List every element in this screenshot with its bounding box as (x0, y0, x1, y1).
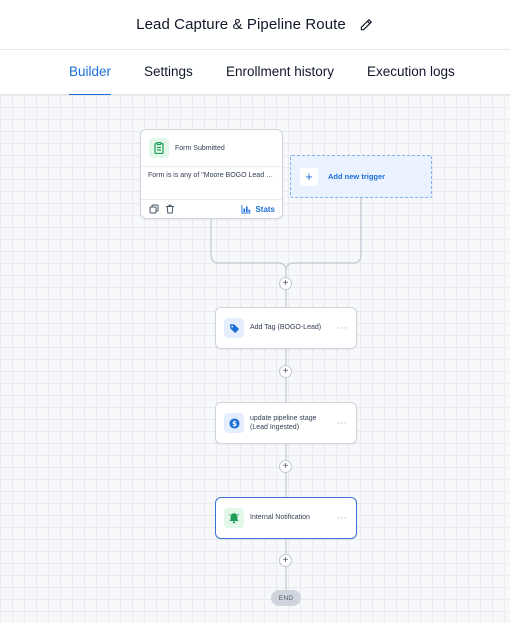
tab-enrollment-history[interactable]: Enrollment history (226, 50, 334, 95)
stats-button[interactable]: Stats (241, 204, 275, 214)
tab-execution-logs[interactable]: Execution logs (367, 50, 455, 95)
trigger-card-footer: Stats (141, 199, 282, 218)
add-new-trigger-button[interactable]: + Add new trigger (290, 155, 432, 198)
action-label-line1: update pipeline stage (250, 414, 317, 422)
tab-bar: Builder Settings Enrollment history Exec… (0, 50, 510, 96)
trigger-condition: Form is is any of "Moore BOGO Lead Captu… (148, 172, 282, 179)
bell-icon (224, 508, 244, 528)
form-clipboard-icon (149, 138, 169, 158)
action-card-internal-notification[interactable]: Internal Notification ··· (215, 497, 357, 539)
plus-icon: + (300, 167, 318, 186)
add-trigger-label: Add new trigger (328, 172, 386, 181)
dollar-icon: $ (224, 413, 244, 433)
add-step-button[interactable]: + (279, 460, 292, 473)
workflow-canvas[interactable]: Form Submitted Form is is any of "Moore … (0, 95, 510, 623)
add-step-button[interactable]: + (279, 277, 292, 290)
trash-icon[interactable] (164, 203, 176, 215)
trigger-card-header: Form Submitted (141, 130, 282, 167)
add-step-button[interactable]: + (279, 365, 292, 378)
more-options-icon[interactable]: ··· (337, 418, 347, 429)
tag-icon (224, 318, 244, 338)
bar-chart-icon (241, 205, 251, 214)
tab-builder[interactable]: Builder (69, 50, 112, 96)
workflow-end-marker: END (271, 590, 301, 606)
action-label-line2: (Lead Ingested) (250, 424, 300, 431)
stats-label: Stats (255, 204, 275, 214)
action-label: Internal Notification (250, 514, 310, 522)
workflow-title: Lead Capture & Pipeline Route (136, 16, 346, 33)
action-card-add-tag[interactable]: Add Tag (BOGO-Lead) ··· (215, 307, 357, 349)
action-card-update-pipeline-stage[interactable]: $ update pipeline stage (Lead Ingested) … (215, 402, 357, 444)
more-options-icon[interactable]: ··· (337, 513, 347, 524)
more-options-icon[interactable]: ··· (337, 323, 347, 334)
copy-icon[interactable] (148, 203, 160, 215)
trigger-card-form-submitted[interactable]: Form Submitted Form is is any of "Moore … (140, 129, 283, 219)
svg-text:$: $ (231, 418, 236, 427)
action-label: update pipeline stage (Lead Ingested) (250, 414, 317, 433)
pencil-icon[interactable] (358, 17, 374, 33)
add-step-button[interactable]: + (279, 554, 292, 567)
workflow-header: Lead Capture & Pipeline Route (0, 0, 510, 50)
tab-settings[interactable]: Settings (144, 50, 193, 95)
trigger-title: Form Submitted (175, 144, 225, 152)
action-label: Add Tag (BOGO-Lead) (250, 324, 322, 332)
